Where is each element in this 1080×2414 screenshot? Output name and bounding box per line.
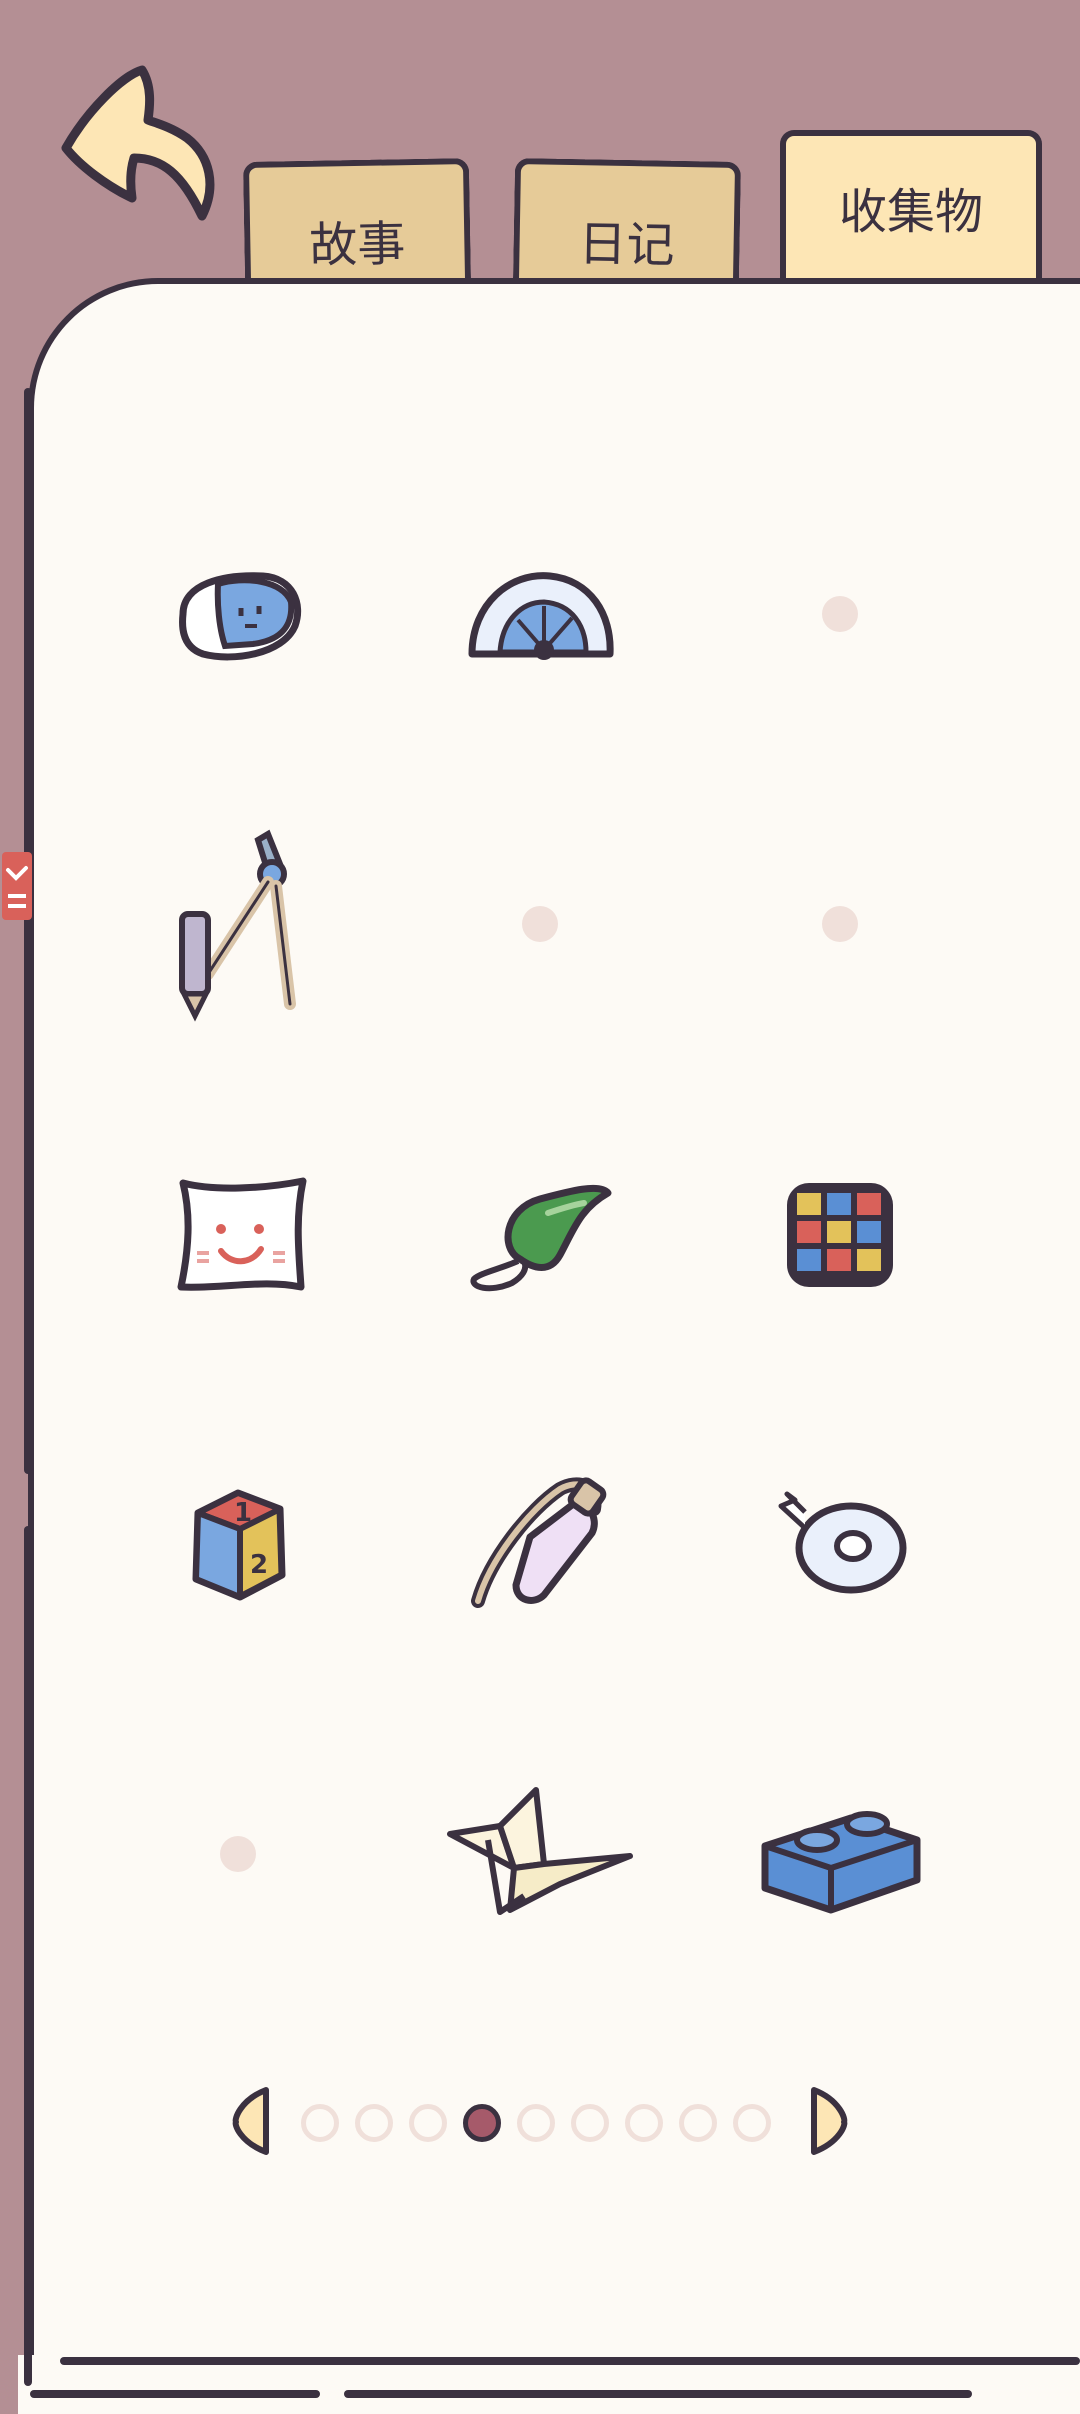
item-paper-crane[interactable] xyxy=(440,1754,640,1954)
svg-text:2: 2 xyxy=(250,1550,268,1580)
page-dot-current[interactable] xyxy=(463,2104,501,2142)
tab-collectibles[interactable]: 收集物 xyxy=(780,130,1042,284)
item-eraser[interactable] xyxy=(138,514,338,714)
protractor-icon xyxy=(468,572,614,660)
page-dot[interactable] xyxy=(517,2104,555,2142)
empty-slot xyxy=(440,824,640,1024)
left-arrow-icon xyxy=(232,2087,269,2155)
page-dot[interactable] xyxy=(679,2104,717,2142)
tape-roll-icon xyxy=(778,1491,907,1594)
item-rubiks-cube[interactable] xyxy=(740,1134,940,1334)
prev-page-button[interactable] xyxy=(228,2084,276,2158)
empty-slot xyxy=(740,824,940,1024)
paper-clip-icon xyxy=(471,1477,607,1608)
empty-slot-dot xyxy=(822,906,858,942)
lego-brick-icon xyxy=(761,1811,921,1914)
right-arrow-icon xyxy=(811,2087,848,2155)
empty-slot-dot xyxy=(220,1836,256,1872)
empty-slot xyxy=(740,514,940,714)
page-indicator xyxy=(226,2084,856,2158)
page-dot[interactable] xyxy=(355,2104,393,2142)
spine-line-bottom xyxy=(24,1526,32,2386)
page-bottom-edge-left xyxy=(30,2390,320,2398)
empty-slot-dot xyxy=(522,906,558,942)
page-dot[interactable] xyxy=(733,2104,771,2142)
item-smiley-note[interactable] xyxy=(138,1134,338,1334)
bookmark-icon xyxy=(2,852,32,920)
item-tape-roll[interactable] xyxy=(740,1444,940,1644)
page-dot[interactable] xyxy=(409,2104,447,2142)
page-dot[interactable] xyxy=(571,2104,609,2142)
page-dot[interactable] xyxy=(301,2104,339,2142)
tab-story-label: 故事 xyxy=(308,216,406,274)
tab-diary-label: 日记 xyxy=(578,216,676,274)
item-number-block[interactable]: 1 2 xyxy=(138,1444,338,1644)
back-arrow-icon xyxy=(61,65,215,221)
item-lego-brick[interactable] xyxy=(740,1754,940,1954)
tab-story[interactable]: 故事 xyxy=(242,158,472,286)
item-compass-tool[interactable] xyxy=(138,824,338,1024)
page-dot[interactable] xyxy=(625,2104,663,2142)
compass-tool-icon xyxy=(179,829,296,1022)
item-paper-clip[interactable] xyxy=(440,1444,640,1644)
next-page-button[interactable] xyxy=(804,2084,852,2158)
tab-diary[interactable]: 日记 xyxy=(512,158,742,286)
paper-crane-icon xyxy=(447,1787,633,1915)
number-block-icon: 1 2 xyxy=(192,1489,286,1601)
whistle-icon xyxy=(470,1184,612,1292)
page-bottom-edge xyxy=(60,2357,1080,2365)
empty-slot xyxy=(138,1754,338,1954)
tab-collectibles-label: 收集物 xyxy=(838,184,983,240)
eraser-icon xyxy=(179,572,302,661)
item-whistle[interactable] xyxy=(440,1134,640,1334)
spine-line-top xyxy=(24,388,32,1474)
empty-slot-dot xyxy=(822,596,858,632)
rubiks-cube-icon xyxy=(787,1183,893,1287)
page-bottom-edge-short xyxy=(344,2390,972,2398)
smiley-note-icon xyxy=(177,1177,307,1291)
item-protractor[interactable] xyxy=(440,514,640,714)
svg-text:1: 1 xyxy=(234,1498,252,1528)
side-bookmark[interactable] xyxy=(0,848,34,924)
back-arrow-button[interactable] xyxy=(52,56,242,236)
